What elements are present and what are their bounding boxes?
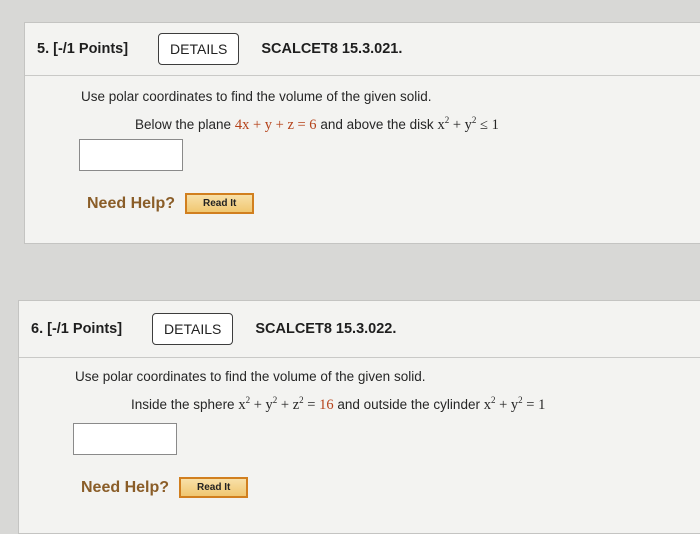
help-row: Need Help? Read It xyxy=(87,193,255,214)
disk-condition: x2 + y2 ≤ 1 xyxy=(437,115,499,133)
subprompt-text: and outside the cylinder xyxy=(337,396,480,412)
details-button[interactable]: DETAILS xyxy=(152,313,234,345)
answer-input[interactable] xyxy=(73,423,177,455)
question-6-subprompt: Inside the sphere x2 + y2 + z2 = 16 and … xyxy=(131,395,545,414)
need-help-label: Need Help? xyxy=(87,194,176,212)
help-row: Need Help? Read It xyxy=(81,477,249,498)
question-5-header: 5. [-/1 Points] DETAILS SCALCET8 15.3.02… xyxy=(25,23,700,76)
subprompt-text: and above the disk xyxy=(320,116,434,132)
question-5-points: 5. [-/1 Points] xyxy=(37,41,129,57)
read-it-button[interactable]: Read It xyxy=(185,193,255,214)
cylinder-equation: x2 + y2 = 1 xyxy=(483,395,546,413)
subprompt-text: Below the plane xyxy=(135,116,232,132)
question-6-header: 6. [-/1 Points] DETAILS SCALCET8 15.3.02… xyxy=(19,301,700,358)
read-it-button[interactable]: Read It xyxy=(179,477,249,498)
plane-equation: 4x + y + z = 6 xyxy=(234,116,317,133)
question-5-subprompt: Below the plane 4x + y + z = 6 and above… xyxy=(135,115,499,134)
sphere-equation: x2 + y2 + z2 = 16 xyxy=(238,395,334,413)
question-5-prompt: Use polar coordinates to find the volume… xyxy=(81,89,432,104)
subprompt-text: Inside the sphere xyxy=(131,396,235,412)
question-6-points: 6. [-/1 Points] xyxy=(31,321,123,337)
question-6-panel: 6. [-/1 Points] DETAILS SCALCET8 15.3.02… xyxy=(18,300,700,534)
question-6-prompt: Use polar coordinates to find the volume… xyxy=(75,369,426,384)
question-5-panel: 5. [-/1 Points] DETAILS SCALCET8 15.3.02… xyxy=(24,22,700,244)
question-5-source: SCALCET8 15.3.021. xyxy=(261,41,403,57)
details-button[interactable]: DETAILS xyxy=(158,33,240,65)
question-6-source: SCALCET8 15.3.022. xyxy=(255,321,397,337)
answer-input[interactable] xyxy=(79,139,183,171)
need-help-label: Need Help? xyxy=(81,478,170,496)
